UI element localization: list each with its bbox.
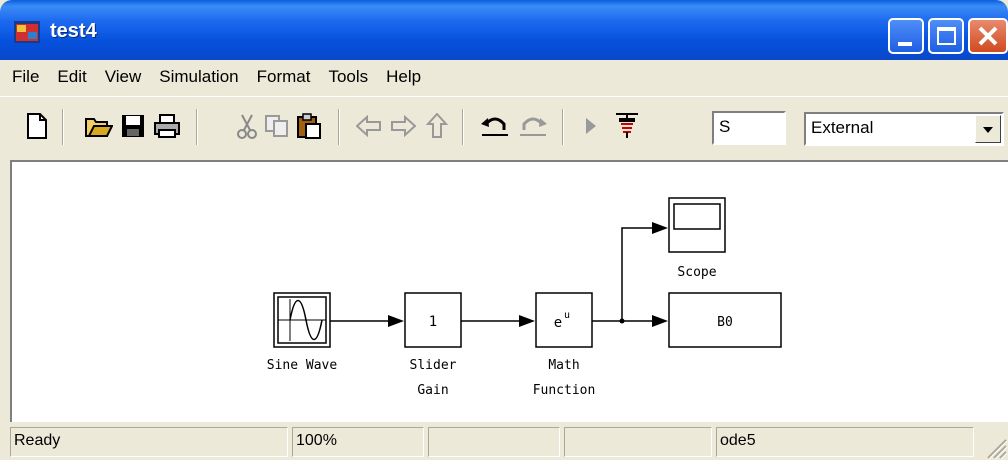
block-diagram: Sine Wave 1 Slider Gain e u Math Functio… <box>267 197 782 398</box>
slider-gain-label-line2: Gain <box>417 383 448 398</box>
simulink-window: test4 File Edit View Simulation Format T… <box>0 0 1008 460</box>
toolbar-separator <box>338 109 340 145</box>
new-button[interactable] <box>22 111 52 141</box>
paste-icon <box>297 113 321 139</box>
chevron-down-icon <box>983 127 993 133</box>
back-button[interactable] <box>354 111 384 141</box>
redo-icon <box>520 117 547 136</box>
maximize-button[interactable] <box>928 18 964 54</box>
menu-view[interactable]: View <box>105 67 142 87</box>
title-bar[interactable]: test4 <box>0 0 1008 60</box>
cut-button[interactable] <box>232 111 262 141</box>
model-canvas[interactable]: Sine Wave 1 Slider Gain e u Math Functio… <box>10 160 1008 422</box>
status-bar: Ready 100% ode5 <box>0 424 1008 460</box>
slider-gain-value: 1 <box>429 314 437 330</box>
up-icon <box>426 113 448 138</box>
start-simulation-button[interactable] <box>576 111 606 141</box>
close-button[interactable] <box>968 18 1008 54</box>
sine-wave-label: Sine Wave <box>267 358 338 373</box>
menu-bar: File Edit View Simulation Format Tools H… <box>0 60 1008 94</box>
build-button[interactable] <box>612 111 642 141</box>
status-state: Ready <box>10 427 288 457</box>
status-solver: ode5 <box>716 427 974 457</box>
save-icon <box>122 115 144 137</box>
stop-time-field[interactable]: S <box>712 111 786 145</box>
menu-format[interactable]: Format <box>257 67 311 87</box>
arrow-head <box>519 315 535 327</box>
undo-button[interactable] <box>480 111 510 141</box>
signal-line[interactable] <box>621 227 652 321</box>
menu-tools[interactable]: Tools <box>328 67 368 87</box>
cut-icon <box>237 114 257 139</box>
print-icon <box>154 114 180 138</box>
arrow-head <box>652 222 668 234</box>
print-button[interactable] <box>152 111 182 141</box>
arrow-head <box>652 315 668 327</box>
arrow-head <box>388 315 404 327</box>
toolbar-separator <box>62 109 64 145</box>
build-icon <box>616 113 638 138</box>
save-button[interactable] <box>118 111 148 141</box>
window-title: test4 <box>50 20 97 42</box>
open-icon <box>85 118 113 137</box>
back-icon <box>356 115 381 137</box>
new-icon <box>27 113 47 139</box>
copy-icon <box>265 115 288 137</box>
status-zoom: 100% <box>292 427 424 457</box>
start-simulation-icon <box>586 118 596 134</box>
maximize-icon <box>937 27 956 45</box>
scope-label: Scope <box>677 265 716 280</box>
minimize-button[interactable] <box>888 18 924 54</box>
redo-button[interactable] <box>518 111 548 141</box>
minimize-icon <box>898 42 912 46</box>
toolbar-separator <box>196 109 198 145</box>
toolbar-separator <box>562 109 564 145</box>
resize-grip-icon[interactable] <box>978 430 1008 460</box>
undo-icon <box>481 117 508 136</box>
math-function-exponent: u <box>564 310 570 321</box>
forward-button[interactable] <box>388 111 418 141</box>
math-function-label-line2: Function <box>533 383 596 398</box>
close-icon <box>978 26 998 46</box>
menu-file[interactable]: File <box>12 67 39 87</box>
status-cell-3 <box>428 427 560 457</box>
simulation-mode-select[interactable]: External <box>804 112 1004 146</box>
scope-screen <box>673 203 721 230</box>
open-button[interactable] <box>84 111 114 141</box>
math-function-base: e <box>554 315 562 331</box>
forward-icon <box>391 115 416 137</box>
status-cell-4 <box>564 427 712 457</box>
dropdown-button[interactable] <box>975 115 1001 143</box>
up-button[interactable] <box>422 111 452 141</box>
slider-gain-label-line1: Slider <box>410 358 457 373</box>
math-function-label-line1: Math <box>548 358 579 373</box>
menu-edit[interactable]: Edit <box>57 67 86 87</box>
paste-button[interactable] <box>294 111 324 141</box>
menu-simulation[interactable]: Simulation <box>159 67 238 87</box>
menu-help[interactable]: Help <box>386 67 421 87</box>
b0-text: B0 <box>717 315 733 330</box>
toolbar-separator <box>462 109 464 145</box>
sine-wave-block[interactable] <box>273 292 331 348</box>
simulation-mode-value: External <box>811 118 874 137</box>
copy-button[interactable] <box>262 111 292 141</box>
simulink-model-icon <box>14 21 40 43</box>
